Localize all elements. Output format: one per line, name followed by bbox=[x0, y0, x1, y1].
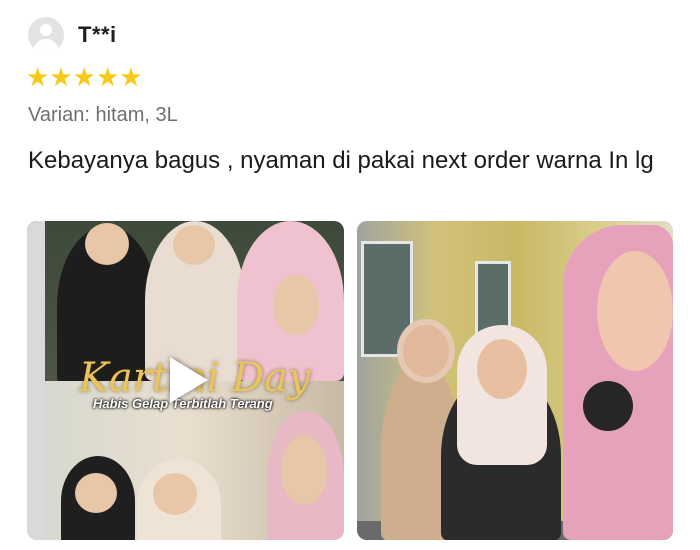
hand-gesture bbox=[273, 275, 319, 335]
person-face bbox=[173, 225, 215, 265]
reviewer-header: T**i bbox=[28, 17, 117, 53]
reviewer-name: T**i bbox=[78, 22, 117, 47]
person-face bbox=[85, 223, 129, 265]
star-icon: ★ bbox=[49, 62, 73, 92]
object-dark bbox=[583, 381, 633, 431]
review-card: T**i ★ ★ ★ ★ ★ Varian: hitam, 3L Kebayan… bbox=[0, 0, 700, 550]
star-icon: ★ bbox=[119, 62, 143, 92]
review-photo-thumbnail[interactable] bbox=[357, 221, 673, 540]
person-face bbox=[281, 435, 327, 505]
review-video-thumbnail[interactable]: Kartini Day Habis Gelap Terbitlah Terang bbox=[27, 221, 344, 540]
video-left-strip bbox=[27, 221, 45, 540]
star-icon: ★ bbox=[95, 62, 120, 92]
avatar-head-shape bbox=[40, 24, 52, 36]
avatar[interactable] bbox=[28, 17, 64, 53]
person-face bbox=[397, 319, 455, 383]
review-text: Kebayanya bagus , nyaman di pakai next o… bbox=[28, 147, 654, 174]
avatar-shoulders-shape bbox=[33, 39, 59, 53]
play-icon[interactable] bbox=[170, 357, 208, 403]
star-rating: ★ ★ ★ ★ ★ bbox=[26, 62, 143, 92]
star-icon: ★ bbox=[26, 62, 50, 92]
person-face bbox=[75, 473, 117, 513]
person-face bbox=[153, 473, 197, 515]
person-face bbox=[597, 251, 673, 371]
star-icon: ★ bbox=[72, 62, 96, 92]
person-face bbox=[477, 339, 527, 399]
variant-label: Varian: hitam, 3L bbox=[28, 104, 178, 126]
